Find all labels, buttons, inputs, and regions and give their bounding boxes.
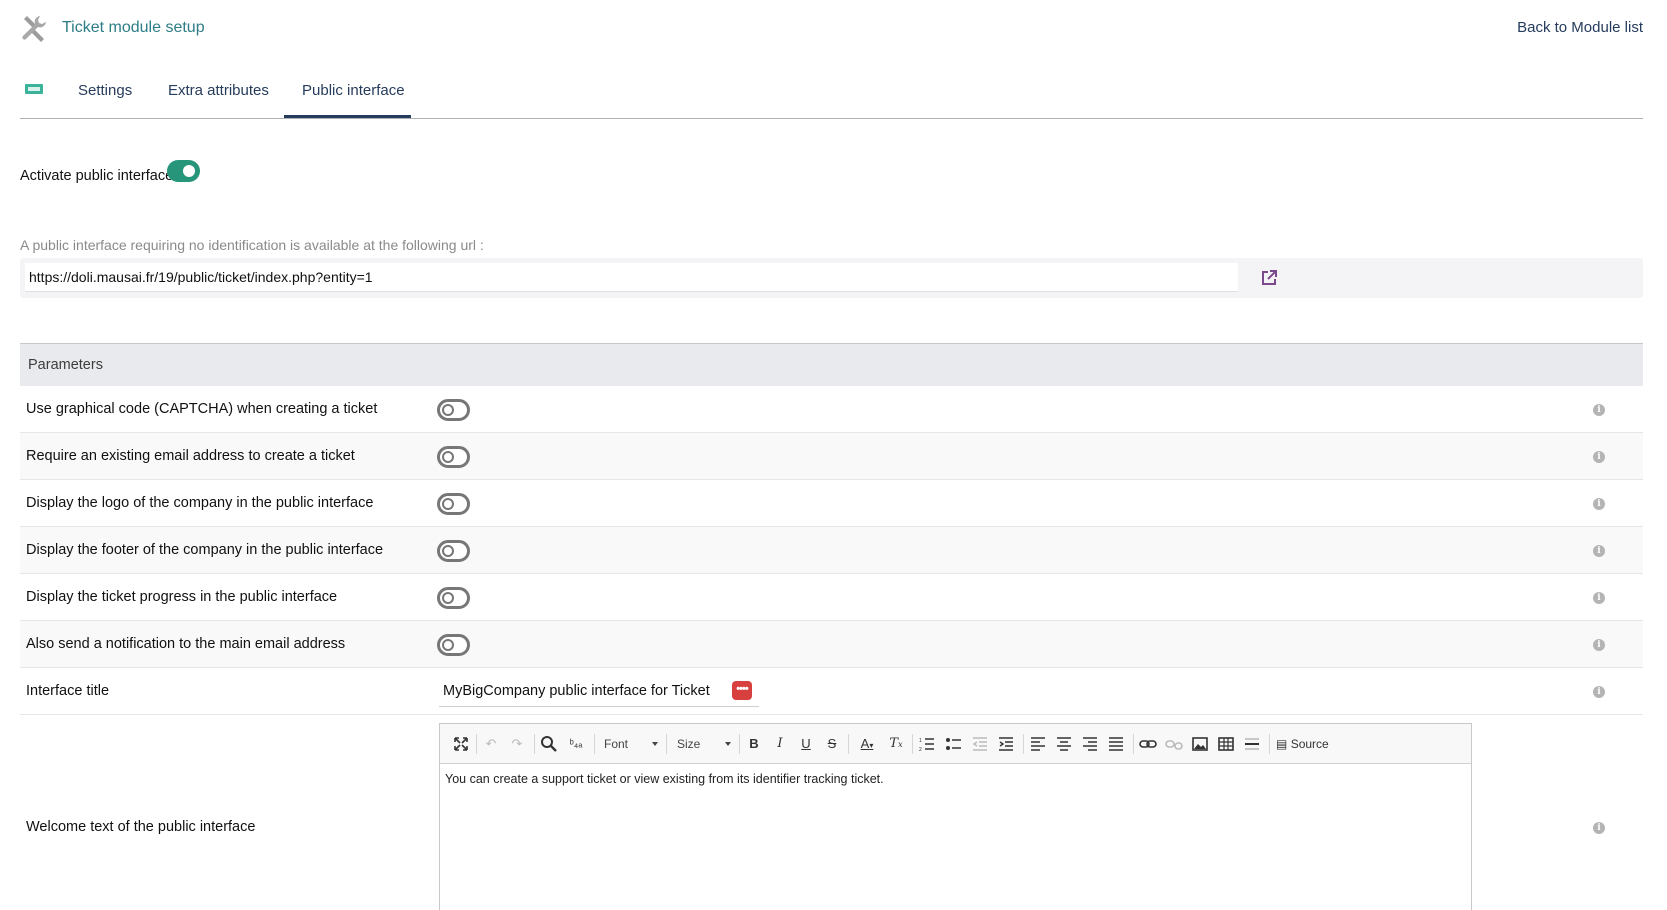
redo-icon[interactable]: ↷ xyxy=(508,734,526,754)
param-row-ticket-progress: Display the ticket progress in the publi… xyxy=(20,574,1643,621)
unlink-icon[interactable] xyxy=(1165,734,1183,754)
numbered-list-icon[interactable]: 12 xyxy=(918,734,936,754)
editor-toolbar: ↶ ↷ ᵇ₄ₐ Font Size B I U S A▾ Tx 1 2 ▤ So… xyxy=(440,724,1471,764)
italic-button[interactable]: I xyxy=(771,734,789,754)
parameters-heading: Parameters xyxy=(28,357,103,373)
interface-title-input[interactable] xyxy=(439,676,759,707)
param-label: Use graphical code (CAPTCHA) when creati… xyxy=(26,401,378,417)
info-icon[interactable]: i xyxy=(1593,451,1605,463)
outdent-icon[interactable] xyxy=(971,734,989,754)
tab-settings[interactable]: Settings xyxy=(78,82,132,99)
info-icon[interactable]: i xyxy=(1593,498,1605,510)
tools-icon xyxy=(22,16,46,42)
tab-public-interface[interactable]: Public interface xyxy=(302,82,405,99)
translate-button[interactable]: •••• xyxy=(732,681,752,700)
ticket-progress-toggle[interactable] xyxy=(437,587,470,609)
info-icon[interactable]: i xyxy=(1593,822,1605,834)
ticket-icon xyxy=(25,84,43,94)
info-icon[interactable]: i xyxy=(1593,686,1605,698)
underline-button[interactable]: U xyxy=(797,734,815,754)
activate-public-interface-label: Activate public interface xyxy=(20,168,174,184)
info-icon[interactable]: i xyxy=(1593,639,1605,651)
param-label: Also send a notification to the main ema… xyxy=(26,636,346,652)
page-header: Ticket module setup Back to Module list xyxy=(20,14,1647,44)
link-icon[interactable] xyxy=(1139,734,1157,754)
active-tab-indicator xyxy=(284,115,411,118)
maximize-icon[interactable] xyxy=(452,734,470,754)
public-url-hint: A public interface requiring no identifi… xyxy=(20,237,484,253)
info-icon[interactable]: i xyxy=(1593,404,1605,416)
align-center-icon[interactable] xyxy=(1055,734,1073,754)
parameters-header: Parameters xyxy=(20,343,1643,386)
display-footer-toggle[interactable] xyxy=(437,540,470,562)
parameters-table: Parameters Use graphical code (CAPTCHA) … xyxy=(20,343,1643,910)
require-email-toggle[interactable] xyxy=(437,446,470,468)
param-row-display-footer: Display the footer of the company in the… xyxy=(20,527,1643,574)
param-row-welcome-text: Welcome text of the public interface i ↶… xyxy=(20,715,1643,910)
svg-text:2: 2 xyxy=(919,747,922,753)
remove-format-button[interactable]: Tx xyxy=(887,734,905,754)
param-label: Interface title xyxy=(26,683,110,699)
align-right-icon[interactable] xyxy=(1081,734,1099,754)
param-row-require-email: Require an existing email address to cre… xyxy=(20,433,1643,480)
page-title: Ticket module setup xyxy=(62,19,205,36)
horizontal-line-icon[interactable] xyxy=(1243,734,1261,754)
param-label: Display the logo of the company in the p… xyxy=(26,495,374,511)
svg-text:1: 1 xyxy=(919,738,922,744)
param-label: Require an existing email address to cre… xyxy=(26,448,355,464)
back-to-module-list-link[interactable]: Back to Module list xyxy=(1517,19,1643,36)
param-row-captcha: Use graphical code (CAPTCHA) when creati… xyxy=(20,386,1643,433)
param-label: Welcome text of the public interface xyxy=(26,819,256,835)
welcome-text-editor: ↶ ↷ ᵇ₄ₐ Font Size B I U S A▾ Tx 1 2 ▤ So… xyxy=(439,723,1472,910)
param-row-display-logo: Display the logo of the company in the p… xyxy=(20,480,1643,527)
param-label: Display the ticket progress in the publi… xyxy=(26,589,338,605)
editor-content[interactable]: You can create a support ticket or view … xyxy=(440,764,1471,794)
replace-icon[interactable]: ᵇ₄ₐ xyxy=(566,734,586,754)
align-left-icon[interactable] xyxy=(1029,734,1047,754)
justify-icon[interactable] xyxy=(1107,734,1125,754)
strikethrough-button[interactable]: S xyxy=(823,734,841,754)
param-row-notify-main-email: Also send a notification to the main ema… xyxy=(20,621,1643,668)
source-button[interactable]: ▤ Source xyxy=(1276,734,1338,754)
param-row-interface-title: Interface title •••• i xyxy=(20,668,1643,715)
captcha-toggle[interactable] xyxy=(437,399,470,421)
public-url-field[interactable] xyxy=(25,263,1238,292)
param-label: Display the footer of the company in the… xyxy=(26,542,384,558)
image-icon[interactable] xyxy=(1191,734,1209,754)
text-color-button[interactable]: A▾ xyxy=(854,734,880,754)
font-select[interactable]: Font xyxy=(604,734,658,754)
bullet-list-icon[interactable] xyxy=(945,734,963,754)
info-icon[interactable]: i xyxy=(1593,545,1605,557)
display-logo-toggle[interactable] xyxy=(437,493,470,515)
activate-public-interface-toggle[interactable] xyxy=(167,160,200,182)
notify-main-email-toggle[interactable] xyxy=(437,634,470,656)
source-icon: ▤ xyxy=(1276,737,1288,751)
table-icon[interactable] xyxy=(1217,734,1235,754)
info-icon[interactable]: i xyxy=(1593,592,1605,604)
size-select[interactable]: Size xyxy=(677,734,731,754)
find-icon[interactable] xyxy=(540,734,558,754)
tab-bar: Settings Extra attributes Public interfa… xyxy=(20,66,1643,119)
indent-icon[interactable] xyxy=(997,734,1015,754)
tab-extra-attributes[interactable]: Extra attributes xyxy=(168,82,269,99)
bold-button[interactable]: B xyxy=(745,734,763,754)
public-url-box xyxy=(20,258,1643,298)
external-link-icon[interactable] xyxy=(1260,269,1278,287)
undo-icon[interactable]: ↶ xyxy=(482,734,500,754)
